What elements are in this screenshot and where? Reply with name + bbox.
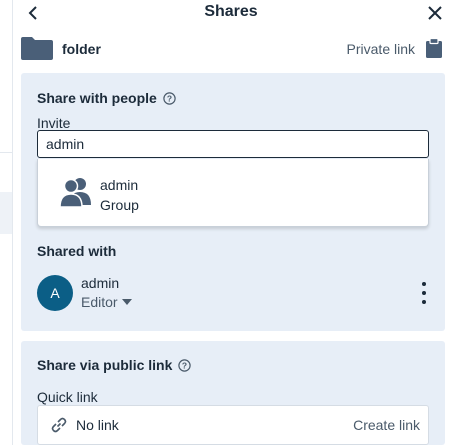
list-divider [0,152,12,153]
share-people-heading: Share with people ? [37,90,176,106]
selected-row-highlight[interactable] [0,192,12,234]
suggestion-type: Group [100,197,139,213]
group-icon [60,178,91,207]
kebab-dot [422,291,426,295]
kebab-dot [422,282,426,286]
kebab-dot [422,300,426,304]
public-link-section: Share via public link ? Quick link No li… [21,341,445,445]
files-list-edge [0,0,13,445]
invite-input[interactable] [37,130,429,158]
folder-icon [21,37,53,60]
collaborator-name: admin [81,275,120,291]
resource-info: folder Private link [13,34,449,62]
role-dropdown[interactable]: Editor [81,294,132,310]
link-status: No link [76,417,119,433]
caret-down-icon [121,299,132,305]
resource-name: folder [62,41,101,57]
share-people-title: Share with people [37,90,157,106]
link-off-icon [51,417,67,433]
collaborator-actions-button[interactable] [419,282,429,304]
clipboard-icon[interactable] [425,38,443,58]
svg-text:?: ? [182,360,187,370]
suggestion-name: admin [100,177,139,193]
close-icon [428,6,442,20]
invite-label: Invite [37,115,71,131]
private-link-button[interactable]: Private link [347,41,415,57]
share-with-people-section: Share with people ? Invite admin Group S… [21,73,445,331]
create-link-button[interactable]: Create link [353,417,420,433]
sidebar-title: Shares [204,3,258,20]
sidebar-header: Shares [13,0,449,26]
public-link-title: Share via public link [37,357,173,373]
public-link-heading: Share via public link ? [37,357,192,373]
quick-link-label: Quick link [37,389,98,405]
svg-text:?: ? [167,93,172,103]
shared-with-heading: Shared with [37,243,117,259]
invite-suggestion-option[interactable]: admin Group [37,159,429,227]
close-button[interactable] [425,3,445,23]
help-circle-icon[interactable]: ? [163,91,176,105]
help-circle-icon[interactable]: ? [178,358,192,372]
quick-link-box: No link Create link [37,405,429,445]
shares-sidebar: Shares folder Private link Share with pe… [13,0,449,445]
avatar: A [37,275,73,311]
role-label: Editor [81,294,118,310]
